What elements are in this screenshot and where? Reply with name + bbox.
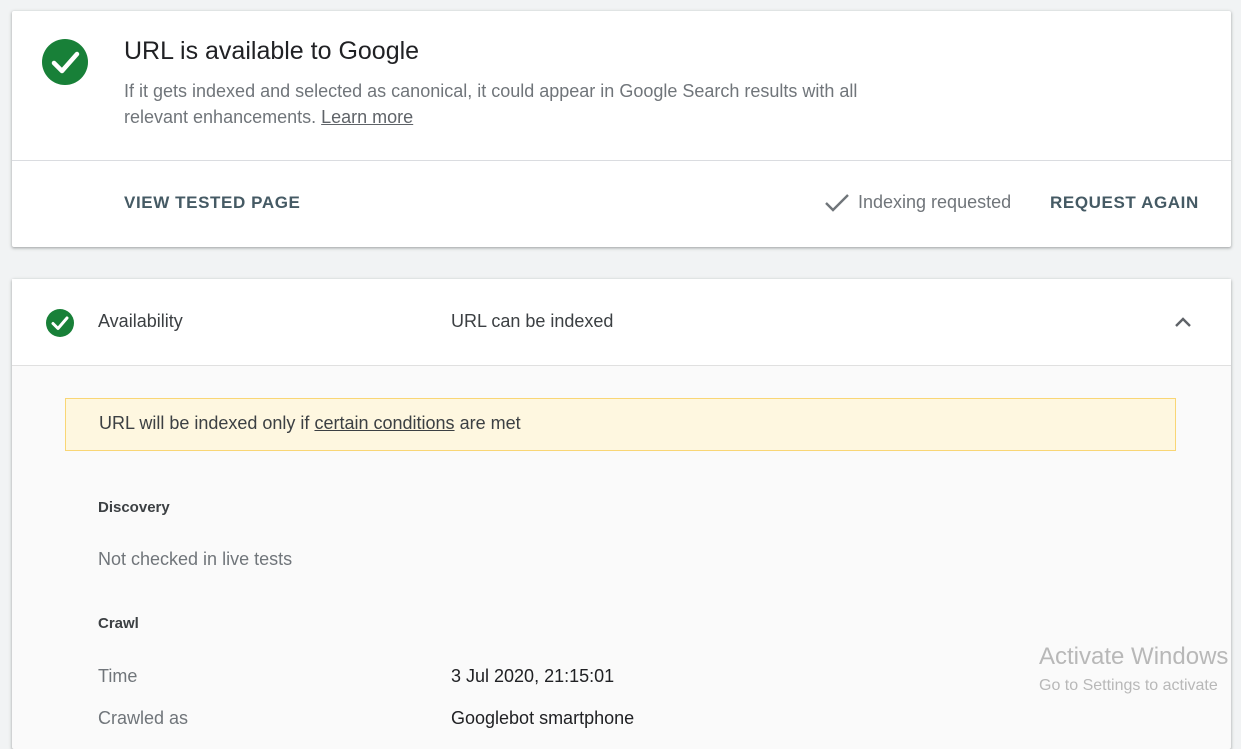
discovery-note: Not checked in live tests: [98, 549, 293, 569]
check-circle-icon: [46, 309, 74, 337]
summary-card: URL is available to Google If it gets in…: [12, 11, 1231, 247]
learn-more-link[interactable]: Learn more: [321, 107, 413, 127]
warning-prefix: URL will be indexed only if: [99, 413, 310, 433]
warning-text: URL will be indexed only if certain cond…: [99, 413, 521, 434]
activation-watermark-title: Activate Windows: [1039, 643, 1229, 670]
view-tested-page-button[interactable]: VIEW TESTED PAGE: [124, 193, 300, 213]
availability-label: Availability: [98, 311, 183, 331]
chevron-up-icon[interactable]: [1172, 311, 1194, 333]
activation-watermark-subtitle: Go to Settings to activate: [1039, 677, 1218, 694]
warning-suffix: are met: [459, 413, 521, 433]
crawl-time-value: 3 Jul 2020, 21:15:01: [451, 666, 615, 686]
check-circle-icon: [42, 39, 88, 85]
discovery-heading: Discovery: [98, 499, 170, 516]
crawled-as-value: Googlebot smartphone: [451, 708, 635, 728]
warning-banner: URL will be indexed only if certain cond…: [65, 398, 1176, 451]
crawl-heading: Crawl: [98, 615, 139, 632]
checkmark-icon: [825, 193, 849, 212]
divider: [12, 160, 1231, 161]
request-again-button[interactable]: REQUEST AGAIN: [1050, 193, 1199, 213]
indexing-status: Indexing requested: [824, 192, 1011, 213]
summary-description: If it gets indexed and selected as canon…: [124, 78, 904, 130]
page-title: URL is available to Google: [124, 37, 420, 65]
crawled-as-label: Crawled as: [98, 708, 189, 728]
certain-conditions-link[interactable]: certain conditions: [314, 413, 454, 433]
crawl-time-label: Time: [98, 666, 138, 686]
availability-value: URL can be indexed: [451, 311, 614, 331]
description-text: If it gets indexed and selected as canon…: [124, 81, 858, 127]
indexing-status-text: Indexing requested: [858, 192, 1012, 212]
availability-header[interactable]: Availability URL can be indexed: [12, 279, 1231, 366]
